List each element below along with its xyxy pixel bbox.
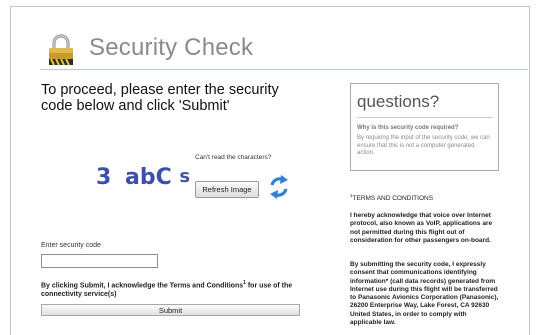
submit-button[interactable]: Submit [41,304,300,316]
terms-paragraph: By submitting the security code, I expre… [350,261,499,327]
questions-answer: By requiring the input of the security c… [357,135,490,156]
security-check-panel: Security Check To proceed, please enter … [10,6,530,335]
captcha-char: C [155,165,172,190]
instructions-text: To proceed, please enter the security co… [41,82,279,114]
captcha-char: s [179,166,191,187]
questions-heading: Why is this security code required? [357,125,459,131]
security-code-label: Enter security code [41,242,101,249]
agreement-main: By clicking Submit, I acknowledge the Te… [41,282,244,290]
title-divider [40,69,528,70]
refresh-icon[interactable] [268,174,290,200]
terms-paragraph: I hereby acknowledge that voice over Int… [350,212,493,244]
questions-box: questions? Why is this security code req… [350,83,499,171]
questions-title: questions? [357,92,440,111]
terms-heading-text: TERMS AND CONDITIONS [352,195,434,203]
terms-heading: 1TERMS AND CONDITIONS [350,193,433,202]
refresh-image-button[interactable]: Refresh Image [195,181,259,198]
security-code-input[interactable] [41,254,158,268]
captcha-char: 3 [96,165,112,190]
lock-icon [49,34,73,66]
captcha-char: ab [124,165,156,190]
terms-agreement-text: By clicking Submit, I acknowledge the Te… [41,279,296,299]
page-title: Security Check [89,34,254,61]
captcha-image: 3 abC s [96,165,190,193]
questions-divider [357,117,493,118]
cant-read-label: Can't read the characters? [195,154,272,161]
